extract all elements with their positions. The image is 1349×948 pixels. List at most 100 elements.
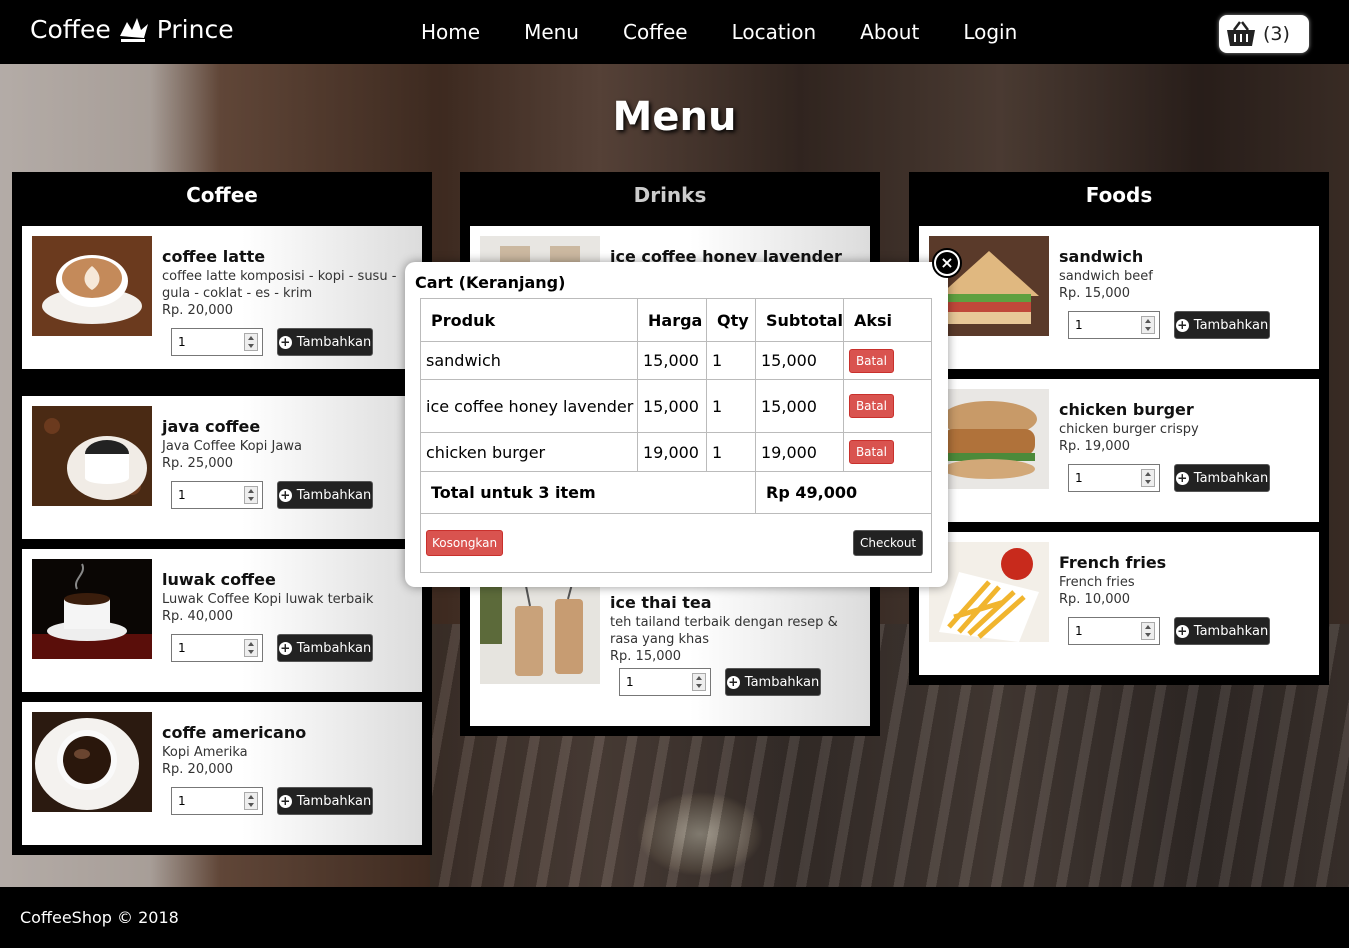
add-to-cart-button[interactable]: + Tambahkan: [277, 328, 373, 356]
add-to-cart-button[interactable]: + Tambahkan: [277, 634, 373, 662]
spinner-icon[interactable]: [244, 333, 258, 351]
add-to-cart-button[interactable]: + Tambahkan: [1174, 464, 1270, 492]
product-card: coffee latte coffee latte komposisi - ko…: [22, 226, 422, 369]
card-body: coffee latte coffee latte komposisi - ko…: [162, 248, 407, 319]
cart-row: chicken burger 19,000 1 19,000 Batal: [420, 432, 933, 472]
brand-text-right: Prince: [156, 14, 234, 44]
spinner-icon[interactable]: [692, 673, 706, 691]
row-product: chicken burger: [420, 432, 638, 472]
quantity-input[interactable]: 1: [171, 787, 263, 815]
product-desc: sandwich beef: [1059, 269, 1153, 284]
crown-cup-icon: [119, 18, 148, 42]
card-body: ice thai tea teh tailand terbaik dengan …: [610, 594, 855, 665]
nav-coffee[interactable]: Coffee: [623, 20, 688, 44]
foods-column: Foods sandwich sandwich beef Rp. 15,000 …: [909, 172, 1329, 685]
cancel-item-button[interactable]: Batal: [848, 348, 894, 373]
add-to-cart-button[interactable]: + Tambahkan: [1174, 311, 1270, 339]
quantity-input[interactable]: 1: [1068, 617, 1160, 645]
plus-circle-icon: +: [1175, 470, 1189, 485]
cancel-item-button[interactable]: Batal: [848, 394, 894, 418]
quantity-input[interactable]: 1: [171, 634, 263, 662]
product-desc: Kopi Amerika: [162, 745, 248, 760]
cart-table: Produk Harga Qty Subtotal Aksi sandwich …: [420, 298, 933, 514]
quantity-input[interactable]: 1: [171, 328, 263, 356]
product-card: luwak coffee Luwak Coffee Kopi luwak ter…: [22, 549, 422, 692]
quantity-input[interactable]: 1: [1068, 311, 1160, 339]
row-product: sandwich: [420, 341, 638, 380]
footer: CoffeeShop © 2018: [0, 887, 1349, 948]
plus-circle-icon: +: [1175, 623, 1189, 638]
row-price: 15,000: [637, 379, 707, 433]
product-name: French fries: [1059, 553, 1167, 572]
card-body: French fries French fries Rp. 10,000: [1059, 554, 1304, 608]
spinner-icon[interactable]: [1141, 469, 1155, 487]
add-to-cart-button[interactable]: + Tambahkan: [277, 787, 373, 815]
spinner-icon[interactable]: [1141, 622, 1155, 640]
product-card: French fries French fries Rp. 10,000 1 +…: [919, 532, 1319, 675]
product-desc: teh tailand terbaik dengan resep & rasa …: [610, 615, 838, 647]
product-price: Rp. 20,000: [162, 303, 234, 318]
plus-circle-icon: +: [278, 640, 292, 655]
product-name: java coffee: [162, 417, 261, 436]
basket-icon: [1227, 21, 1255, 46]
product-name: chicken burger: [1059, 400, 1194, 419]
navbar: Coffee Prince Home Menu Coffee Location …: [0, 0, 1349, 64]
product-price: Rp. 15,000: [1059, 286, 1131, 301]
spinner-icon[interactable]: [244, 639, 258, 657]
empty-cart-button[interactable]: Kosongkan: [426, 530, 504, 556]
row-subtotal: 19,000: [755, 432, 844, 472]
coffee-column: Coffee coffee latte coffee latte komposi…: [12, 172, 432, 855]
card-body: sandwich sandwich beef Rp. 15,000: [1059, 248, 1304, 302]
product-price: Rp. 15,000: [610, 649, 682, 664]
row-price: 19,000: [637, 432, 707, 472]
product-card: java coffee Java Coffee Kopi Jawa Rp. 25…: [22, 396, 422, 539]
spinner-icon[interactable]: [244, 792, 258, 810]
spinner-icon[interactable]: [1141, 316, 1155, 334]
column-title: Foods: [1085, 183, 1153, 207]
luwak-coffee-image: [32, 559, 152, 659]
card-body: java coffee Java Coffee Kopi Jawa Rp. 25…: [162, 418, 407, 472]
page-title: Menu: [612, 94, 737, 140]
product-name: coffe americano: [162, 723, 307, 742]
product-card: coffe americano Kopi Amerika Rp. 20,000 …: [22, 702, 422, 845]
header-qty: Qty: [706, 298, 756, 342]
row-action: Batal: [842, 379, 933, 433]
product-price: Rp. 25,000: [162, 456, 234, 471]
row-qty: 1: [706, 379, 756, 433]
card-body: chicken burger chicken burger crispy Rp.…: [1059, 401, 1304, 455]
product-desc: Java Coffee Kopi Jawa: [162, 439, 302, 454]
brand-logo[interactable]: Coffee Prince: [30, 14, 234, 44]
product-desc: chicken burger crispy: [1059, 422, 1199, 437]
plus-circle-icon: +: [1175, 317, 1189, 332]
add-to-cart-button[interactable]: + Tambahkan: [725, 668, 821, 696]
cart-modal: Cart (Keranjang) × Produk Harga Qty Subt…: [405, 248, 962, 587]
add-to-cart-button[interactable]: + Tambahkan: [277, 481, 373, 509]
cancel-item-button[interactable]: Batal: [848, 440, 894, 464]
nav-home[interactable]: Home: [421, 20, 480, 44]
cart-count: (3): [1263, 23, 1290, 45]
product-name: coffee latte: [162, 247, 266, 266]
total-value: Rp 49,000: [755, 471, 932, 514]
cart-row: sandwich 15,000 1 15,000 Batal: [420, 341, 933, 380]
plus-circle-icon: +: [726, 674, 740, 689]
quantity-input[interactable]: 1: [619, 668, 711, 696]
product-name: sandwich: [1059, 247, 1144, 266]
nav-location[interactable]: Location: [732, 20, 817, 44]
product-desc: coffee latte komposisi - kopi - susu - g…: [162, 269, 397, 301]
nav-login[interactable]: Login: [963, 20, 1017, 44]
cart-header-row: Produk Harga Qty Subtotal Aksi: [420, 298, 933, 342]
brand-text-left: Coffee: [30, 14, 111, 44]
checkout-button[interactable]: Checkout: [853, 530, 924, 556]
coffee-latte-image: [32, 236, 152, 336]
card-body: coffe americano Kopi Amerika Rp. 20,000: [162, 724, 407, 778]
nav-menu[interactable]: Menu: [524, 20, 579, 44]
nav-links: Home Menu Coffee Location About Login: [421, 20, 1061, 44]
add-to-cart-button[interactable]: + Tambahkan: [1174, 617, 1270, 645]
spinner-icon[interactable]: [244, 486, 258, 504]
quantity-input[interactable]: 1: [171, 481, 263, 509]
quantity-input[interactable]: 1: [1068, 464, 1160, 492]
close-modal-button[interactable]: ×: [932, 248, 962, 278]
product-card: sandwich sandwich beef Rp. 15,000 1 + Tam…: [919, 226, 1319, 369]
cart-button[interactable]: (3): [1219, 15, 1309, 53]
nav-about[interactable]: About: [860, 20, 919, 44]
